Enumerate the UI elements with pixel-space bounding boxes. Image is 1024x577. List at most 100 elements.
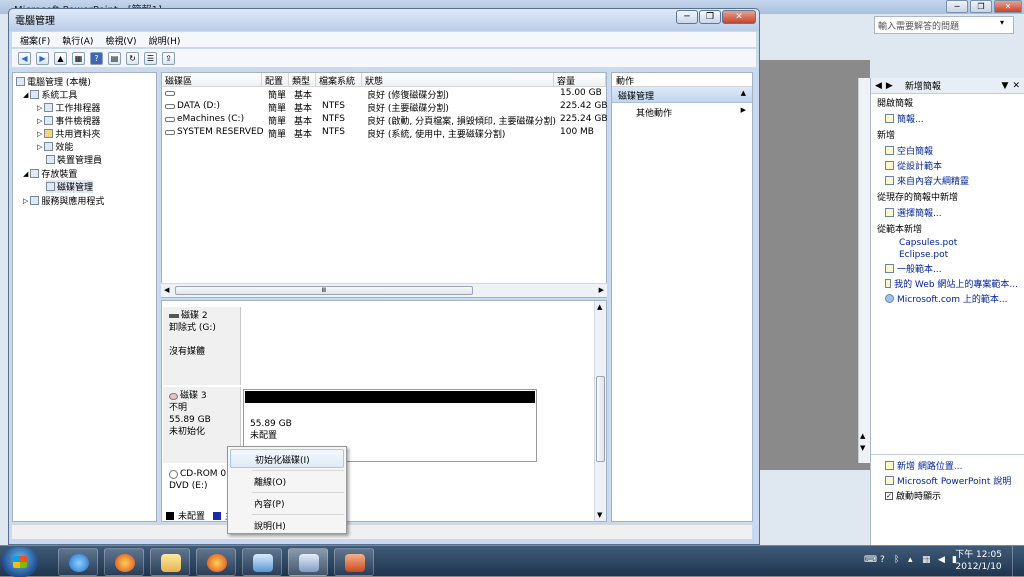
taskbar-firefox-2[interactable]: [196, 548, 236, 576]
event-icon: [44, 116, 54, 125]
column-header-filesystem[interactable]: 檔案系統: [316, 73, 362, 87]
checkbox-icon[interactable]: ✓: [885, 491, 893, 500]
autocontent-wizard-link[interactable]: 來自內容大綱精靈: [871, 173, 1024, 188]
taskbar-powerpoint[interactable]: [334, 548, 374, 576]
scroll-right-icon[interactable]: ▶: [599, 286, 604, 294]
network-place-link[interactable]: 新增 網路位置...: [871, 458, 1024, 473]
template-link[interactable]: Capsules.pot: [871, 237, 1024, 249]
language-icon[interactable]: ⌨: [864, 555, 877, 565]
help-search-input[interactable]: 輸入需要解答的問題: [874, 16, 1014, 34]
task-pane-dropdown[interactable]: ▼: [1002, 81, 1009, 91]
general-templates-link[interactable]: 一般範本...: [871, 261, 1024, 276]
toolbar: ◀ ▶ ▲ ▦ ? ▤ ↻ ☰ ⇪: [12, 49, 756, 68]
tree-item-computer-management[interactable]: 電腦管理 (本機): [16, 75, 91, 88]
column-header-layout[interactable]: 配置: [262, 73, 289, 87]
taskbar-internet-explorer[interactable]: [58, 548, 98, 576]
legend-swatch-primary: [213, 511, 222, 520]
ppt-vertical-scrollbar[interactable]: ▲ ▼: [858, 78, 870, 463]
scroll-left-icon[interactable]: ◀: [164, 286, 169, 294]
powerpoint-icon: [345, 554, 365, 572]
folder-icon: [161, 554, 181, 572]
taskbar-firefox[interactable]: [104, 548, 144, 576]
ppt-maximize-button[interactable]: ❐: [970, 0, 992, 13]
chevron-down-icon[interactable]: ▾: [1000, 18, 1004, 27]
clock[interactable]: 下午 12:05 2012/1/10: [955, 549, 1002, 573]
up-folder-icon[interactable]: ▲: [54, 51, 67, 65]
menu-bar: 檔案(F) 執行(A) 檢視(V) 說明(H): [12, 32, 756, 47]
tree-item-system-tools[interactable]: ◢ 系統工具: [23, 88, 77, 101]
show-hidden-icon[interactable]: ▴: [908, 555, 913, 565]
column-header-status[interactable]: 狀態: [362, 73, 554, 87]
taskbar-computer-management[interactable]: [288, 548, 328, 576]
menu-item-properties[interactable]: 內容(P): [230, 494, 344, 513]
menu-view[interactable]: 檢視(V): [105, 34, 136, 47]
template-icon: [885, 161, 894, 170]
help-link[interactable]: Microsoft PowerPoint 說明: [871, 473, 1024, 488]
template-link[interactable]: Eclipse.pot: [871, 249, 1024, 261]
scroll-thumb[interactable]: Ⅲ: [175, 286, 473, 295]
forward-arrow-icon[interactable]: ▶: [36, 51, 49, 65]
open-presentation-link[interactable]: 簡報...: [871, 111, 1024, 126]
column-header-volume[interactable]: 磁碟區: [162, 73, 262, 87]
help-tray-icon[interactable]: ?: [880, 555, 885, 565]
show-desktop-button[interactable]: [1012, 546, 1024, 577]
menu-separator: [252, 492, 344, 493]
show-at-startup-checkbox[interactable]: ✓ 啟動時顯示: [871, 488, 1024, 503]
drive-icon: [165, 130, 175, 135]
bluetooth-icon[interactable]: ᛒ: [894, 555, 899, 565]
collapse-icon[interactable]: ▲: [741, 89, 746, 100]
presentation-icon: [885, 208, 894, 217]
web-templates-link[interactable]: 我的 Web 網站上的專案範本...: [871, 276, 1024, 291]
actions-disk-management[interactable]: 磁碟管理 ▲: [612, 87, 752, 103]
menu-action[interactable]: 執行(A): [62, 34, 93, 47]
tree-item-storage[interactable]: ◢ 存放裝置: [23, 167, 77, 180]
microsoft-templates-link[interactable]: Microsoft.com 上的範本...: [871, 291, 1024, 306]
tree-item-task-scheduler[interactable]: ▷ 工作排程器: [37, 101, 100, 114]
forward-icon[interactable]: ▶: [886, 81, 893, 91]
ppt-close-button[interactable]: ✕: [994, 0, 1022, 13]
taskbar-explorer[interactable]: [150, 548, 190, 576]
start-button[interactable]: [2, 547, 38, 577]
column-header-capacity[interactable]: 容量: [554, 73, 606, 87]
scroll-thumb[interactable]: [596, 376, 605, 462]
blank-presentation-link[interactable]: 空白簡報: [871, 143, 1024, 158]
tree-item-performance[interactable]: ▷ 效能: [37, 140, 73, 153]
help-icon[interactable]: ?: [90, 51, 103, 65]
properties-icon[interactable]: ☰: [144, 51, 157, 65]
taskbar-control-panel[interactable]: [242, 548, 282, 576]
choose-presentation-link[interactable]: 選擇簡報...: [871, 205, 1024, 220]
refresh-icon[interactable]: ↻: [126, 51, 139, 65]
back-icon[interactable]: ◀: [875, 81, 882, 91]
console-icon[interactable]: ▤: [108, 51, 121, 65]
menu-item-initialize-disk[interactable]: 初始化磁碟(I): [230, 449, 344, 468]
close-button[interactable]: ✕: [722, 10, 756, 24]
tree-item-services-apps[interactable]: ▷ 服務與應用程式: [23, 194, 104, 207]
disk-view-scrollbar[interactable]: ▲ ▼: [594, 301, 606, 521]
back-arrow-icon[interactable]: ◀: [18, 51, 31, 65]
disk-2-label[interactable]: 磁碟 2 卸除式 (G:) 沒有媒體: [163, 307, 241, 385]
tree-item-event-viewer[interactable]: ▷ 事件檢視器: [37, 114, 100, 127]
disk-icon: [46, 182, 55, 191]
network-icon[interactable]: ▦: [922, 555, 931, 565]
menu-separator: [252, 514, 344, 515]
export-icon[interactable]: ⇪: [162, 51, 175, 65]
volume-horizontal-scrollbar[interactable]: ◀ Ⅲ ▶: [161, 283, 607, 297]
task-pane-close-icon[interactable]: ✕: [1012, 81, 1020, 91]
ppt-minimize-button[interactable]: ─: [946, 0, 968, 13]
minimize-button[interactable]: ─: [676, 10, 698, 24]
maximize-button[interactable]: ❐: [699, 10, 721, 24]
show-hide-tree-icon[interactable]: ▦: [72, 51, 85, 65]
design-template-link[interactable]: 從設計範本: [871, 158, 1024, 173]
menu-file[interactable]: 檔案(F): [20, 34, 50, 47]
column-header-type[interactable]: 類型: [289, 73, 316, 87]
tree-item-disk-management[interactable]: 磁碟管理: [46, 180, 94, 193]
section-heading: 從現存的簡報中新增: [877, 193, 959, 203]
more-actions-item[interactable]: 其他動作 ▶: [612, 103, 752, 119]
slide-canvas-area: [760, 60, 870, 470]
tree-item-shared-folders[interactable]: ▷ 共用資料夾: [37, 127, 100, 140]
menu-help[interactable]: 說明(H): [149, 34, 181, 47]
tree-item-device-manager[interactable]: 裝置管理員: [46, 153, 102, 166]
menu-item-offline[interactable]: 離線(O): [230, 472, 344, 491]
menu-item-help[interactable]: 說明(H): [230, 516, 344, 535]
volume-icon[interactable]: ◀: [938, 555, 945, 565]
